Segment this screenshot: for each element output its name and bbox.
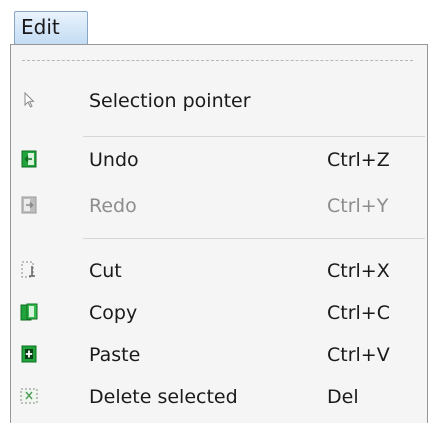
menu-item-label: Delete selected xyxy=(89,386,238,408)
menu-item-paste[interactable]: Paste Ctrl+V xyxy=(11,335,427,375)
menu-item-delete-selected[interactable]: Delete selected Del xyxy=(11,377,427,417)
delete-selected-icon xyxy=(19,386,39,406)
menu-item-label: Redo xyxy=(89,195,137,217)
menu-item-label: Undo xyxy=(89,149,139,171)
menu-separator xyxy=(83,238,425,239)
copy-icon xyxy=(19,302,39,322)
redo-icon xyxy=(19,195,39,215)
menu-item-shortcut: Ctrl+Y xyxy=(327,195,389,217)
edit-menu-button[interactable]: Edit xyxy=(14,11,88,45)
menu-item-undo[interactable]: Undo Ctrl+Z xyxy=(11,140,427,180)
cut-icon xyxy=(19,260,39,280)
menu-item-shortcut: Ctrl+Z xyxy=(327,149,390,171)
menu-item-redo[interactable]: Redo Ctrl+Y xyxy=(11,186,427,226)
edit-menu-label: Edit xyxy=(21,15,60,39)
menu-item-shortcut: Ctrl+V xyxy=(327,344,390,366)
menu-item-label: Selection pointer xyxy=(89,90,251,112)
paste-icon xyxy=(19,344,39,364)
menu-item-selection-pointer[interactable]: Selection pointer xyxy=(11,81,427,121)
tear-off-line[interactable] xyxy=(22,60,413,61)
menu-item-cut[interactable]: Cut Ctrl+X xyxy=(11,251,427,291)
menu-item-label: Copy xyxy=(89,302,138,324)
menu-item-shortcut: Ctrl+X xyxy=(327,260,390,282)
menu-item-shortcut: Del xyxy=(327,386,359,408)
menu-item-shortcut: Ctrl+C xyxy=(327,302,390,324)
menu-item-label: Cut xyxy=(89,260,122,282)
selection-pointer-icon xyxy=(19,90,39,110)
menu-item-label: Paste xyxy=(89,344,141,366)
undo-icon xyxy=(19,149,39,169)
menu-separator xyxy=(83,136,425,137)
menu-item-copy[interactable]: Copy Ctrl+C xyxy=(11,293,427,333)
edit-dropdown-menu: Selection pointer Undo Ctrl+Z Redo Ctrl+… xyxy=(10,44,428,423)
